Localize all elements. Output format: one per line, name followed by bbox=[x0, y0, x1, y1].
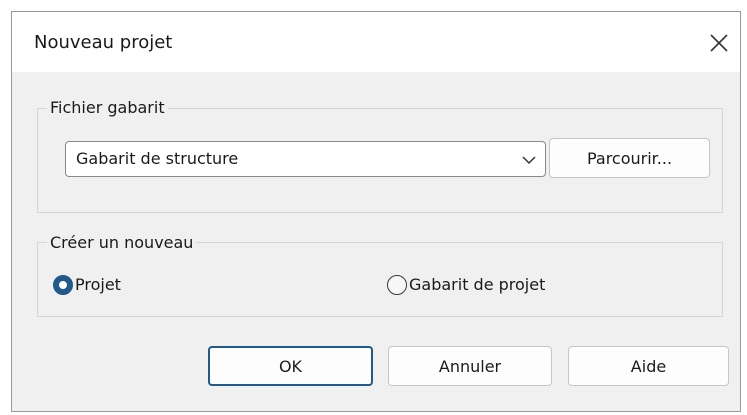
close-icon[interactable] bbox=[706, 30, 732, 56]
create-new-group bbox=[37, 242, 723, 317]
project-radio-label[interactable]: Projet bbox=[75, 275, 121, 294]
help-button[interactable]: Aide bbox=[568, 346, 729, 386]
ok-button[interactable]: OK bbox=[208, 346, 373, 386]
create-new-group-label: Créer un nouveau bbox=[47, 233, 197, 253]
cancel-button[interactable]: Annuler bbox=[388, 346, 552, 386]
title-bar: Nouveau projet bbox=[12, 12, 740, 72]
project-radio[interactable] bbox=[53, 275, 73, 295]
project-template-radio-label[interactable]: Gabarit de projet bbox=[409, 275, 545, 294]
dialog-title: Nouveau projet bbox=[34, 32, 173, 53]
template-select-value: Gabarit de structure bbox=[76, 149, 239, 168]
template-select[interactable]: Gabarit de structure bbox=[65, 141, 546, 177]
new-project-dialog: Nouveau projet Fichier gabarit Gabarit d… bbox=[11, 11, 741, 412]
chevron-down-icon bbox=[521, 152, 537, 166]
browse-button[interactable]: Parcourir... bbox=[549, 138, 710, 178]
project-template-radio[interactable] bbox=[387, 275, 407, 295]
template-file-group-label: Fichier gabarit bbox=[47, 98, 168, 118]
